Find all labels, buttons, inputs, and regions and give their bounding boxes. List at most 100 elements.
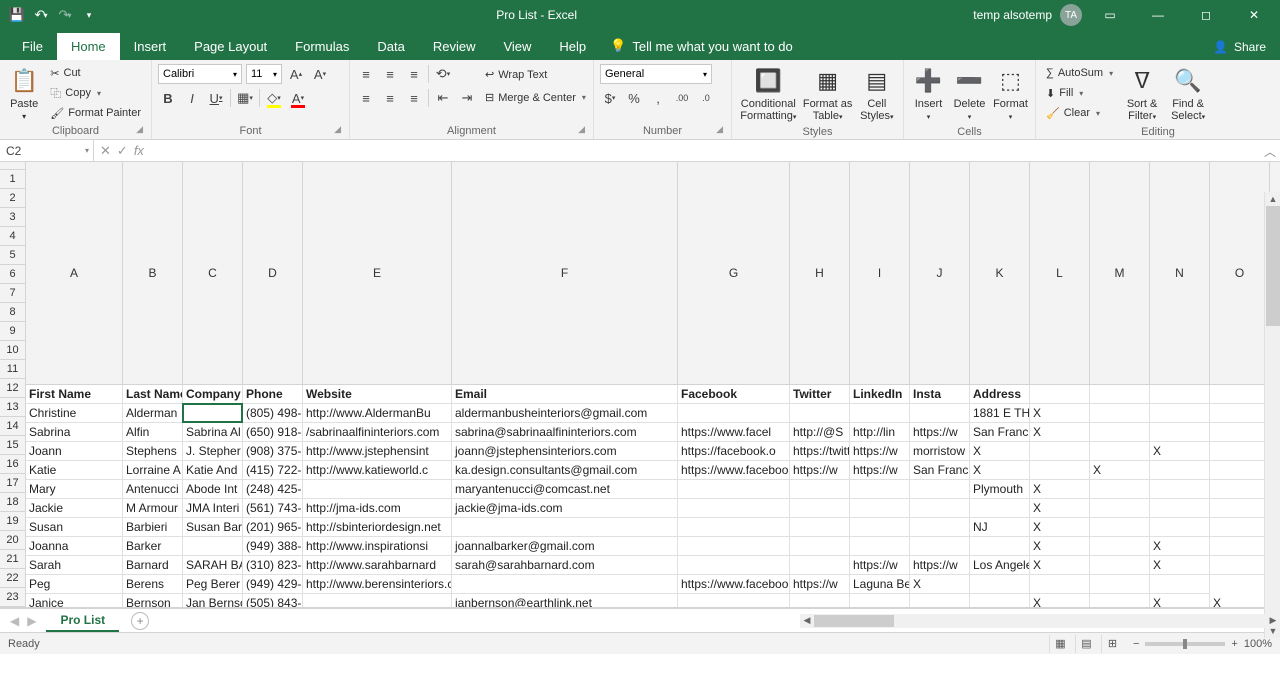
fill-color-button[interactable]: ◇▾: [264, 88, 284, 108]
cell[interactable]: M Armour: [123, 499, 183, 518]
cell[interactable]: http://www.sarahbarnard: [303, 556, 452, 575]
cell[interactable]: Barnard: [123, 556, 183, 575]
number-format-select[interactable]: General▾: [600, 64, 712, 84]
row-header-19[interactable]: 19: [0, 512, 25, 531]
cell[interactable]: Joann: [26, 442, 123, 461]
enter-formula-icon[interactable]: ✓: [117, 143, 128, 159]
cell[interactable]: 1881 E THO: [970, 404, 1030, 423]
cell[interactable]: X: [1150, 556, 1210, 575]
cell[interactable]: Last Name: [123, 385, 183, 404]
cell[interactable]: [1030, 461, 1090, 480]
cell[interactable]: ka.design.consultants@gmail.com: [452, 461, 678, 480]
tab-review[interactable]: Review: [419, 33, 490, 60]
align-top-icon[interactable]: ≡: [356, 64, 376, 84]
tell-me[interactable]: 💡Tell me what you want to do: [610, 32, 793, 60]
col-header-J[interactable]: J: [910, 162, 970, 384]
cell[interactable]: [1090, 518, 1150, 537]
cell[interactable]: maryantenucci@comcast.net: [452, 480, 678, 499]
row-header-6[interactable]: 6: [0, 265, 25, 284]
collapse-ribbon-icon[interactable]: ︿: [1264, 143, 1276, 160]
number-dialog-icon[interactable]: ◢: [716, 124, 723, 135]
cell[interactable]: Katie: [26, 461, 123, 480]
maximize-button[interactable]: ◻: [1186, 1, 1226, 29]
cell[interactable]: https://www.facebook.com/: [678, 461, 790, 480]
clear-button[interactable]: 🧹Clear▾: [1042, 104, 1117, 122]
cell[interactable]: Christine: [26, 404, 123, 423]
cell[interactable]: JMA Interi: [183, 499, 243, 518]
orientation-icon[interactable]: ⟲▾: [433, 64, 453, 84]
row-header-13[interactable]: 13: [0, 398, 25, 417]
horizontal-scrollbar[interactable]: ◀ ▶: [800, 614, 1280, 628]
align-dialog-icon[interactable]: ◢: [578, 124, 585, 135]
cell[interactable]: [678, 594, 790, 607]
cell[interactable]: Facebook: [678, 385, 790, 404]
cell[interactable]: http://lin: [850, 423, 910, 442]
cell[interactable]: [1090, 499, 1150, 518]
cell[interactable]: [1150, 575, 1210, 594]
cell[interactable]: [790, 556, 850, 575]
cell[interactable]: Email: [452, 385, 678, 404]
cell[interactable]: [1210, 518, 1270, 537]
cell[interactable]: X: [1150, 594, 1210, 607]
cell[interactable]: https://w: [790, 461, 850, 480]
row-header-22[interactable]: 22: [0, 569, 25, 588]
font-size-select[interactable]: 11▾: [246, 64, 282, 84]
row-header-15[interactable]: 15: [0, 436, 25, 455]
cell[interactable]: X: [1090, 461, 1150, 480]
bold-button[interactable]: B: [158, 88, 178, 108]
ribbon-display-icon[interactable]: ▭: [1090, 1, 1130, 29]
tab-pagelayout[interactable]: Page Layout: [180, 33, 281, 60]
user-name[interactable]: temp alsotemp: [973, 8, 1052, 22]
increase-size-icon[interactable]: A▴: [286, 64, 306, 84]
cell[interactable]: [452, 575, 678, 594]
cell[interactable]: Katie And: [183, 461, 243, 480]
decrease-decimal-icon[interactable]: .0: [696, 88, 716, 108]
cell[interactable]: sarah@sarahbarnard.com: [452, 556, 678, 575]
cell[interactable]: Los Angele: [970, 556, 1030, 575]
row-header-21[interactable]: 21: [0, 550, 25, 569]
cell[interactable]: (949) 429-: [243, 575, 303, 594]
format-painter-button[interactable]: 🖌Format Painter: [46, 104, 145, 122]
cell[interactable]: (201) 965-: [243, 518, 303, 537]
hscroll-thumb[interactable]: [814, 615, 894, 627]
fx-icon[interactable]: fx: [134, 143, 144, 158]
cell[interactable]: Alfin: [123, 423, 183, 442]
cell[interactable]: [1150, 385, 1210, 404]
row-header-3[interactable]: 3: [0, 208, 25, 227]
font-color-button[interactable]: A▾: [288, 88, 308, 108]
cell[interactable]: [452, 518, 678, 537]
cell[interactable]: X: [910, 575, 970, 594]
fill-button[interactable]: ⬇Fill▾: [1042, 84, 1117, 102]
cell[interactable]: [1090, 442, 1150, 461]
cell[interactable]: [850, 518, 910, 537]
percent-icon[interactable]: %: [624, 88, 644, 108]
tab-formulas[interactable]: Formulas: [281, 33, 363, 60]
cell[interactable]: Jan Bernso: [183, 594, 243, 607]
col-header-A[interactable]: A: [26, 162, 123, 384]
cell[interactable]: Website: [303, 385, 452, 404]
cell[interactable]: [790, 594, 850, 607]
cell[interactable]: X: [1210, 594, 1270, 607]
cell[interactable]: [790, 499, 850, 518]
cell[interactable]: [1090, 404, 1150, 423]
cell[interactable]: [183, 537, 243, 556]
font-name-select[interactable]: Calibri▾: [158, 64, 242, 84]
cell[interactable]: LinkedIn: [850, 385, 910, 404]
cell[interactable]: Phone: [243, 385, 303, 404]
cell[interactable]: http://@S: [790, 423, 850, 442]
cell[interactable]: [1150, 518, 1210, 537]
col-header-B[interactable]: B: [123, 162, 183, 384]
cell[interactable]: [678, 537, 790, 556]
merge-center-button[interactable]: ⊟Merge & Center▾: [481, 89, 590, 107]
cell[interactable]: http://sbinteriordesign.net: [303, 518, 452, 537]
tab-file[interactable]: File: [8, 33, 57, 60]
cell[interactable]: [1150, 499, 1210, 518]
cell-styles-button[interactable]: ▤Cell Styles▾: [857, 64, 897, 124]
cell[interactable]: J. Stepher: [183, 442, 243, 461]
format-cells-button[interactable]: ⬚Format▾: [992, 64, 1029, 124]
cell[interactable]: [1210, 556, 1270, 575]
cell[interactable]: janbernson@earthlink.net: [452, 594, 678, 607]
cell[interactable]: [910, 537, 970, 556]
cell[interactable]: Susan Barl: [183, 518, 243, 537]
cell[interactable]: Sabrina: [26, 423, 123, 442]
